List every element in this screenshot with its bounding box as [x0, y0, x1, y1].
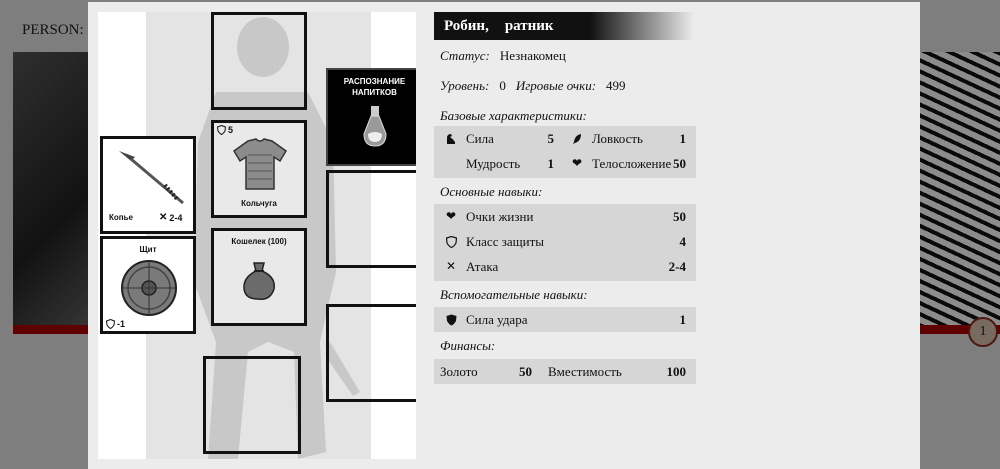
shield-penalty: -1: [117, 319, 126, 329]
agility-value: 1: [679, 130, 687, 146]
wisdom-label: Мудрость: [466, 155, 521, 171]
accessory-slot-2[interactable]: [326, 304, 416, 402]
equipment-panel: 5 Кольчуга Кошелек (100) Копье ✕ 2-4 Щит…: [98, 12, 416, 459]
fist-icon: [444, 313, 458, 327]
shield-icon: [444, 235, 458, 249]
base-stats-title: Базовые характеристики:: [440, 108, 587, 123]
armor-defense: 5: [228, 125, 234, 135]
status-row: Статус: Незнакомец: [440, 48, 566, 64]
attack-value: 2-4: [668, 258, 686, 274]
potion-icon: [363, 106, 387, 147]
power-row: Сила удара 1: [434, 307, 696, 332]
capacity-label: Вместимость: [548, 363, 622, 379]
finance-title: Финансы:: [440, 338, 496, 353]
aux-skills-title: Вспомогательные навыки:: [440, 287, 588, 302]
gold-label: Золото: [440, 363, 478, 379]
character-info-panel: Робин, ратник Статус: Незнакомец Уровень…: [434, 12, 696, 384]
agility-stat: Ловкость 1: [554, 131, 686, 147]
level-value: 0: [499, 78, 506, 93]
shield-icon: [106, 319, 115, 329]
constitution-stat: ❤ Телосложение 50: [554, 156, 686, 172]
round-shield-icon: [121, 260, 177, 316]
shield-icon: [217, 125, 226, 135]
accessory-slot-1[interactable]: [326, 170, 416, 268]
weapon-slot[interactable]: Копье ✕ 2-4: [100, 136, 196, 234]
chainmail-icon: [233, 138, 287, 190]
attack-row: ✕ Атака 2-4: [434, 254, 696, 279]
capacity-value: 100: [666, 363, 687, 379]
ac-row: Класс защиты 4: [434, 229, 696, 254]
level-row: Уровень: 0 Игровые очки: 499: [440, 78, 626, 94]
spear-name: Копье: [109, 213, 133, 222]
points-value: 499: [606, 78, 626, 93]
spear-icon: [119, 151, 184, 205]
hp-row: ❤ Очки жизни 50: [434, 204, 696, 229]
status-label: Статус:: [440, 48, 490, 63]
power-value: 1: [679, 311, 687, 327]
constitution-value: 50: [673, 155, 686, 171]
arm-icon: [444, 132, 458, 146]
purse-icon: [243, 262, 275, 301]
cross-icon: ✕: [159, 212, 168, 223]
base-stats-box: Сила 5 Ловкость 1 Мудрость 1 ❤ Телосложе…: [434, 126, 696, 178]
ac-value: 4: [679, 233, 687, 249]
ac-label: Класс защиты: [466, 233, 545, 249]
helmet-slot[interactable]: [211, 12, 307, 110]
skill-name-line2: НАПИТКОВ: [352, 88, 397, 97]
power-label: Сила удара: [466, 311, 528, 327]
wisdom-stat: Мудрость 1: [444, 156, 554, 172]
aux-skills-box: Сила удара 1: [434, 307, 696, 332]
hp-label: Очки жизни: [466, 208, 534, 224]
boots-slot[interactable]: [203, 356, 301, 454]
finance-box: Золото 50 Вместимость 100: [434, 359, 696, 384]
feather-icon: [570, 132, 584, 146]
purse-slot[interactable]: Кошелек (100): [211, 228, 307, 326]
points-label: Игровые очки:: [515, 78, 597, 93]
armor-name: Кольчуга: [241, 199, 277, 208]
gold-stat: Золото 50: [440, 364, 532, 380]
main-skills-box: ❤ Очки жизни 50 Класс защиты 4 ✕ Атака 2…: [434, 204, 696, 281]
spear-damage: 2-4: [169, 212, 183, 223]
strength-stat: Сила 5: [444, 131, 554, 147]
level-label: Уровень:: [440, 78, 490, 93]
character-name: Робин,: [444, 17, 489, 34]
heart-icon: ❤: [571, 156, 583, 170]
armor-slot[interactable]: 5 Кольчуга: [211, 120, 307, 218]
offhand-slot[interactable]: Щит -1: [100, 236, 196, 334]
heart-icon: ❤: [445, 209, 457, 223]
agility-label: Ловкость: [592, 130, 643, 146]
main-skills-title: Основные навыки:: [440, 184, 543, 199]
purse-name: Кошелек (100): [231, 237, 287, 246]
attack-label: Атака: [466, 258, 499, 274]
character-class: ратник: [504, 17, 554, 34]
skill-name-line1: РАСПОЗНАНИЕ: [343, 77, 406, 86]
crossed-swords-icon: ✕: [445, 259, 457, 273]
gold-value: 50: [519, 363, 532, 379]
character-header: Робин, ратник: [434, 12, 694, 40]
shield-name: Щит: [139, 245, 157, 254]
strength-label: Сила: [466, 130, 494, 146]
hp-value: 50: [673, 208, 686, 224]
character-modal: 5 Кольчуга Кошелек (100) Копье ✕ 2-4 Щит…: [88, 2, 920, 469]
capacity-stat: Вместимость 100: [532, 364, 686, 380]
skill-card-potion-recognition[interactable]: РАСПОЗНАНИЕ НАПИТКОВ: [326, 68, 416, 166]
constitution-label: Телосложение: [592, 155, 672, 171]
status-value: Незнакомец: [499, 48, 566, 63]
